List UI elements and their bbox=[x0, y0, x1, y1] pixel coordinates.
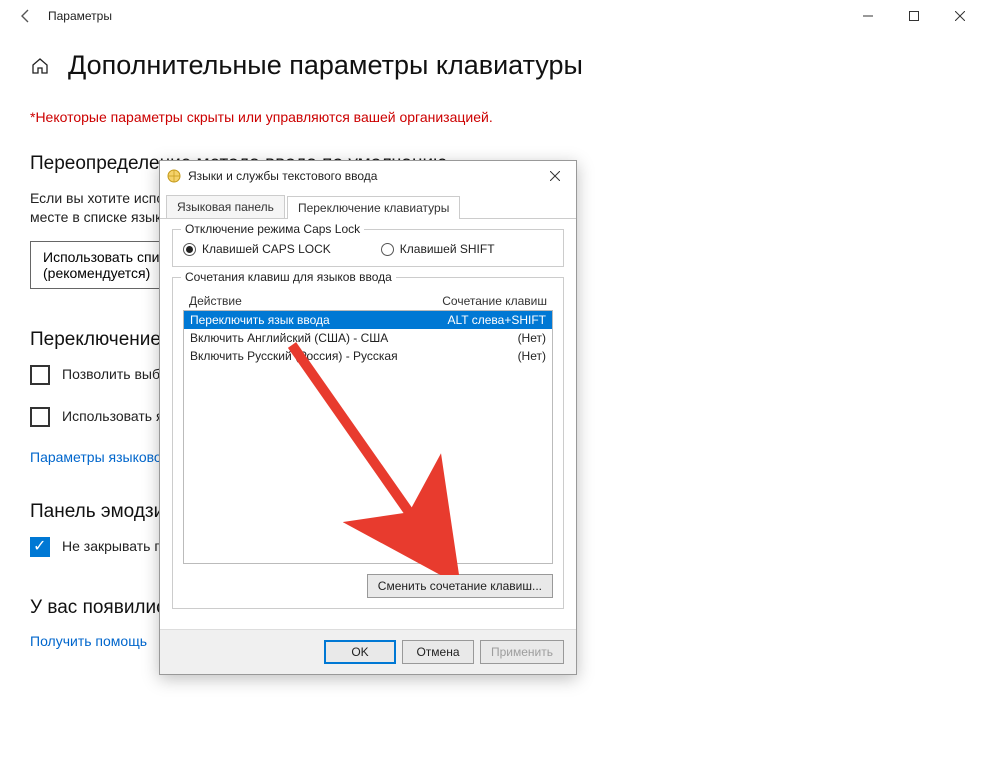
window-titlebar: Параметры bbox=[0, 0, 983, 32]
dialog-title: Языки и службы текстового ввода bbox=[188, 169, 377, 183]
ok-button[interactable]: OK bbox=[324, 640, 396, 664]
radio-label: Клавишей CAPS LOCK bbox=[202, 242, 331, 256]
keyboard-globe-icon bbox=[166, 168, 182, 184]
checkbox-icon bbox=[30, 537, 50, 557]
radio-icon bbox=[381, 243, 394, 256]
cancel-button[interactable]: Отмена bbox=[402, 640, 474, 664]
checkbox-icon bbox=[30, 407, 50, 427]
text-services-dialog: Языки и службы текстового ввода Языковая… bbox=[159, 160, 577, 675]
dialog-close-button[interactable] bbox=[540, 168, 570, 184]
window-title: Параметры bbox=[48, 9, 112, 23]
list-item[interactable]: Переключить язык ввода ALT слева+SHIFT bbox=[184, 311, 552, 329]
col-action: Действие bbox=[189, 294, 242, 308]
close-button[interactable] bbox=[937, 0, 983, 32]
hotkey-list[interactable]: Переключить язык ввода ALT слева+SHIFT В… bbox=[183, 310, 553, 564]
dialog-titlebar[interactable]: Языки и службы текстового ввода bbox=[160, 161, 576, 191]
minimize-button[interactable] bbox=[845, 0, 891, 32]
back-button[interactable] bbox=[8, 0, 44, 32]
radio-capslock-key[interactable]: Клавишей CAPS LOCK bbox=[183, 242, 331, 256]
list-action: Включить Английский (США) - США bbox=[190, 331, 388, 345]
group-hotkeys: Сочетания клавиш для языков ввода Действ… bbox=[172, 277, 564, 609]
list-combo: (Нет) bbox=[518, 349, 546, 363]
policy-note: *Некоторые параметры скрыты или управляю… bbox=[30, 109, 953, 125]
radio-icon bbox=[183, 243, 196, 256]
radio-label: Клавишей SHIFT bbox=[400, 242, 495, 256]
dialog-body: Отключение режима Caps Lock Клавишей CAP… bbox=[160, 218, 576, 629]
home-icon[interactable] bbox=[30, 56, 50, 76]
checkbox-icon bbox=[30, 365, 50, 385]
group-capslock: Отключение режима Caps Lock Клавишей CAP… bbox=[172, 229, 564, 267]
tab-keyboard-switch[interactable]: Переключение клавиатуры bbox=[287, 196, 460, 219]
group-legend: Отключение режима Caps Lock bbox=[181, 222, 364, 236]
group-legend: Сочетания клавиш для языков ввода bbox=[181, 270, 396, 284]
tab-language-panel[interactable]: Языковая панель bbox=[166, 195, 285, 218]
dialog-tabstrip: Языковая панель Переключение клавиатуры bbox=[160, 191, 576, 218]
list-action: Включить Русский (Россия) - Русская bbox=[190, 349, 398, 363]
radio-shift-key[interactable]: Клавишей SHIFT bbox=[381, 242, 495, 256]
list-combo: ALT слева+SHIFT bbox=[448, 313, 547, 327]
window-controls bbox=[845, 0, 983, 32]
page-title: Дополнительные параметры клавиатуры bbox=[68, 50, 583, 81]
dialog-footer: OK Отмена Применить bbox=[160, 629, 576, 674]
list-action: Переключить язык ввода bbox=[190, 313, 330, 327]
hotkey-columns: Действие Сочетание клавиш bbox=[183, 290, 553, 310]
list-combo: (Нет) bbox=[518, 331, 546, 345]
list-item[interactable]: Включить Русский (Россия) - Русская (Нет… bbox=[184, 347, 552, 365]
change-hotkey-button[interactable]: Сменить сочетание клавиш... bbox=[367, 574, 553, 598]
list-item[interactable]: Включить Английский (США) - США (Нет) bbox=[184, 329, 552, 347]
col-combo: Сочетание клавиш bbox=[442, 294, 547, 308]
apply-button[interactable]: Применить bbox=[480, 640, 564, 664]
maximize-button[interactable] bbox=[891, 0, 937, 32]
